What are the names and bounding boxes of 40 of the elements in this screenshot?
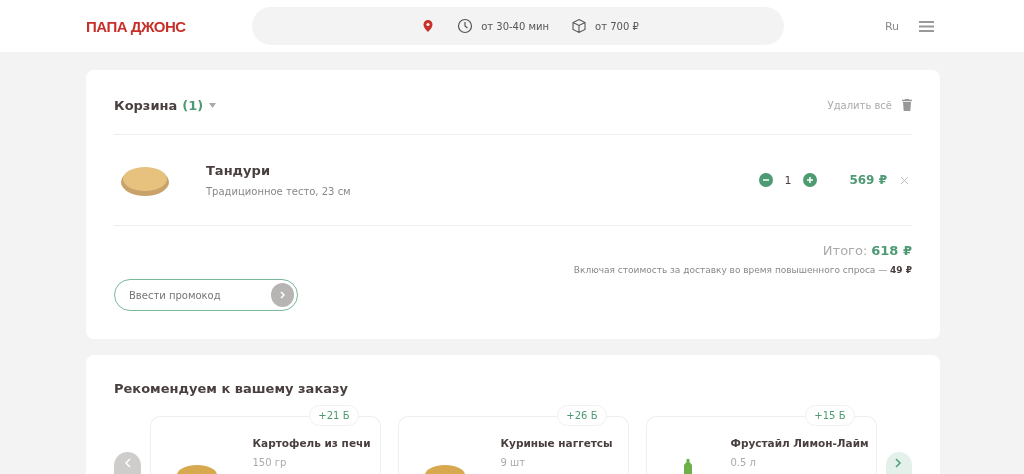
cart-count: (1) — [182, 97, 204, 113]
delivery-surcharge-note: Включая стоимость за доставку во время повышенного спроса — 49 ₽ — [573, 265, 912, 275]
caret-icon[interactable] — [209, 102, 217, 108]
decrease-button[interactable] — [759, 173, 773, 187]
product-size: 150 гр — [252, 457, 288, 468]
product-name: Картофель из печи — [252, 437, 371, 449]
delivery-time: от 30-40 мин — [481, 20, 550, 32]
total-value: 618 ₽ — [871, 243, 912, 258]
increase-button[interactable] — [803, 173, 817, 187]
bonus-badge: +15 Б — [805, 405, 855, 426]
location-pin-icon — [423, 20, 434, 32]
clock-icon — [457, 18, 474, 34]
total-label: Итого: — [822, 243, 868, 258]
product-name: Фрустайл Лимон-Лайм — [730, 437, 869, 449]
minus-icon — [763, 179, 769, 181]
min-order: от 700 ₽ — [595, 20, 639, 32]
next-button[interactable] — [885, 452, 912, 474]
plus-icon — [807, 177, 813, 183]
product-size: 9 шт — [500, 457, 527, 468]
item-name: Тандури — [206, 163, 271, 178]
chevron-right-icon — [279, 291, 286, 299]
product-name: Куриные наггетсы — [500, 437, 613, 449]
chevron-right-icon — [895, 458, 903, 468]
section-title: Рекомендуем к вашему заказу — [114, 381, 349, 396]
bottle-drawing — [682, 459, 693, 474]
trash-icon[interactable] — [902, 99, 912, 111]
item-price: 569 ₽ — [848, 173, 887, 187]
box-icon — [571, 18, 588, 34]
cart-title: Корзина — [114, 97, 178, 113]
logo[interactable]: ПАПА ДЖОНС — [86, 17, 252, 35]
item-details: Традиционное тесто, 23 см — [206, 186, 351, 197]
menu-icon[interactable] — [919, 20, 934, 32]
chevron-left-icon — [123, 458, 131, 468]
language-link[interactable]: Ru — [884, 19, 899, 33]
bonus-badge: +21 Б — [309, 405, 359, 426]
quantity: 1 — [783, 173, 793, 187]
bonus-badge: +26 Б — [557, 405, 607, 426]
promo-code-field[interactable]: Ввести промокод — [114, 279, 298, 311]
close-icon[interactable] — [901, 176, 908, 184]
product-size: 0.5 л — [730, 457, 757, 468]
